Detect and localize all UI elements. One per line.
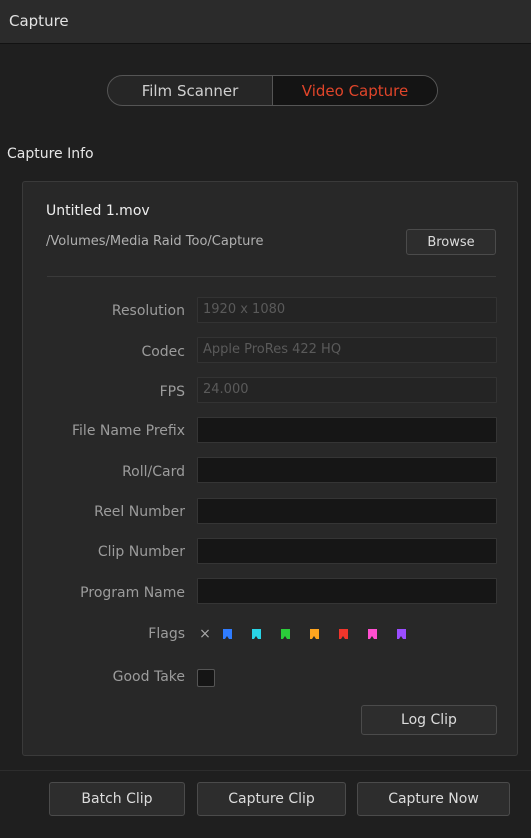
flag-icon-4[interactable] <box>310 629 319 639</box>
section-title: Capture Info <box>7 146 94 162</box>
good-take-checkbox[interactable] <box>197 669 215 687</box>
codec-label: Codec <box>141 344 185 360</box>
resolution-field: 1920 x 1080 <box>197 297 497 323</box>
divider <box>47 276 496 277</box>
file-name-prefix-input[interactable] <box>197 417 497 443</box>
flag-icon-6[interactable] <box>368 629 377 639</box>
flags-row: × <box>197 625 426 643</box>
panel-title: Capture <box>9 12 69 30</box>
flag-icon-2[interactable] <box>252 629 261 639</box>
file-path: /Volumes/Media Raid Too/Capture <box>46 234 264 249</box>
flags-label: Flags <box>148 626 185 642</box>
program-name-input[interactable] <box>197 578 497 604</box>
file-name-prefix-label: File Name Prefix <box>72 423 185 439</box>
clear-flags-icon[interactable]: × <box>197 626 213 642</box>
resolution-label: Resolution <box>111 303 185 319</box>
reel-number-input[interactable] <box>197 498 497 524</box>
film-scanner-tab[interactable]: Film Scanner <box>108 76 273 105</box>
mode-switch: Film Scanner Video Capture <box>107 75 438 106</box>
capture-now-button[interactable]: Capture Now <box>357 782 510 816</box>
video-capture-tab[interactable]: Video Capture <box>273 76 437 105</box>
roll-card-input[interactable] <box>197 457 497 483</box>
flag-icon-1[interactable] <box>223 629 232 639</box>
file-name: Untitled 1.mov <box>46 203 150 219</box>
fps-label: FPS <box>159 384 185 400</box>
roll-card-label: Roll/Card <box>122 464 185 480</box>
clip-number-input[interactable] <box>197 538 497 564</box>
reel-number-label: Reel Number <box>94 504 185 520</box>
fps-field: 24.000 <box>197 377 497 403</box>
capture-clip-button[interactable]: Capture Clip <box>197 782 346 816</box>
batch-clip-button[interactable]: Batch Clip <box>49 782 185 816</box>
good-take-label: Good Take <box>112 669 185 685</box>
clip-number-label: Clip Number <box>97 544 185 560</box>
codec-field: Apple ProRes 422 HQ <box>197 337 497 363</box>
panel-header: Capture <box>0 0 531 44</box>
log-clip-button[interactable]: Log Clip <box>361 705 497 735</box>
browse-button[interactable]: Browse <box>406 229 496 255</box>
program-name-label: Program Name <box>80 585 185 601</box>
flag-icon-5[interactable] <box>339 629 348 639</box>
flag-icon-3[interactable] <box>281 629 290 639</box>
flag-icon-7[interactable] <box>397 629 406 639</box>
footer-divider <box>0 770 531 771</box>
